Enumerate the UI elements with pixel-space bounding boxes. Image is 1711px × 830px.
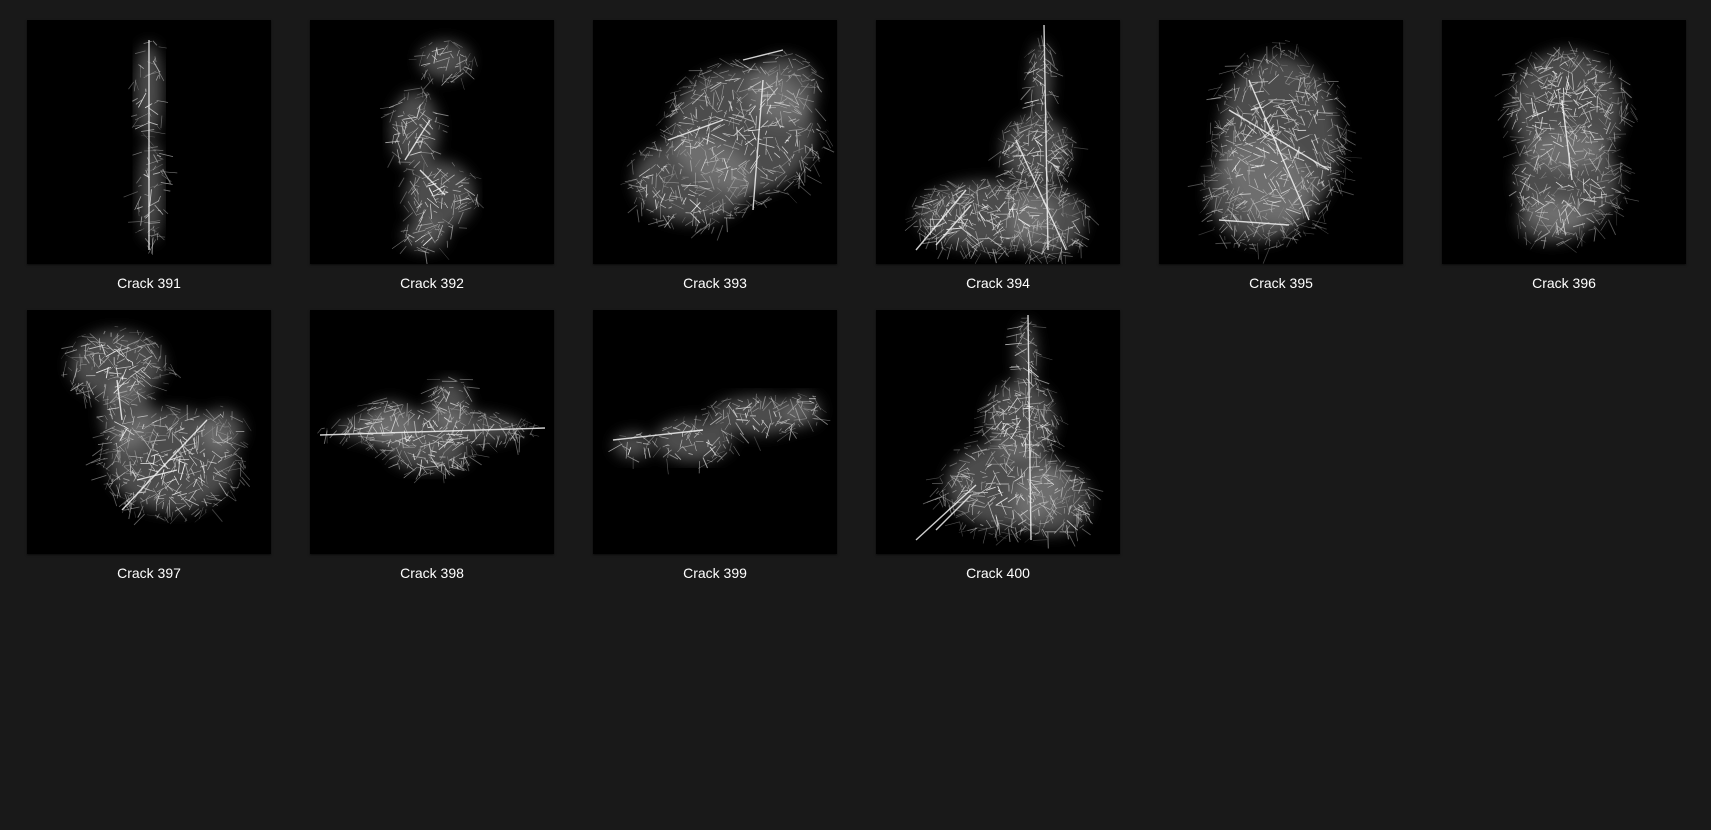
crack-thumbnail[interactable] — [1442, 20, 1686, 264]
file-tile[interactable]: Crack 398 — [310, 310, 554, 582]
crack-thumbnail[interactable] — [310, 20, 554, 264]
crack-thumbnail[interactable] — [310, 310, 554, 554]
file-tile[interactable]: Crack 399 — [593, 310, 837, 582]
crack-thumbnail[interactable] — [593, 310, 837, 554]
crack-thumbnail[interactable] — [876, 20, 1120, 264]
file-grid: Crack 391 Crack 392 Crack 393 Crack 394 Crac… — [27, 20, 1686, 582]
file-tile[interactable]: Crack 393 — [593, 20, 837, 292]
file-name-label: Crack 396 — [1532, 275, 1596, 291]
file-tile[interactable]: Crack 400 — [876, 310, 1120, 582]
file-name-label: Crack 399 — [683, 565, 747, 581]
crack-thumbnail[interactable] — [27, 310, 271, 554]
file-tile[interactable]: Crack 391 — [27, 20, 271, 292]
file-name-label: Crack 392 — [400, 275, 464, 291]
file-name-label: Crack 395 — [1249, 275, 1313, 291]
file-tile[interactable]: Crack 396 — [1442, 20, 1686, 292]
file-name-label: Crack 400 — [966, 565, 1030, 581]
crack-thumbnail[interactable] — [27, 20, 271, 264]
crack-thumbnail[interactable] — [876, 310, 1120, 554]
file-tile[interactable]: Crack 397 — [27, 310, 271, 582]
file-name-label: Crack 398 — [400, 565, 464, 581]
file-name-label: Crack 391 — [117, 275, 181, 291]
crack-thumbnail[interactable] — [1159, 20, 1403, 264]
file-name-label: Crack 393 — [683, 275, 747, 291]
file-tile[interactable]: Crack 394 — [876, 20, 1120, 292]
file-tile[interactable]: Crack 392 — [310, 20, 554, 292]
file-name-label: Crack 397 — [117, 565, 181, 581]
crack-thumbnail[interactable] — [593, 20, 837, 264]
file-tile[interactable]: Crack 395 — [1159, 20, 1403, 292]
file-name-label: Crack 394 — [966, 275, 1030, 291]
